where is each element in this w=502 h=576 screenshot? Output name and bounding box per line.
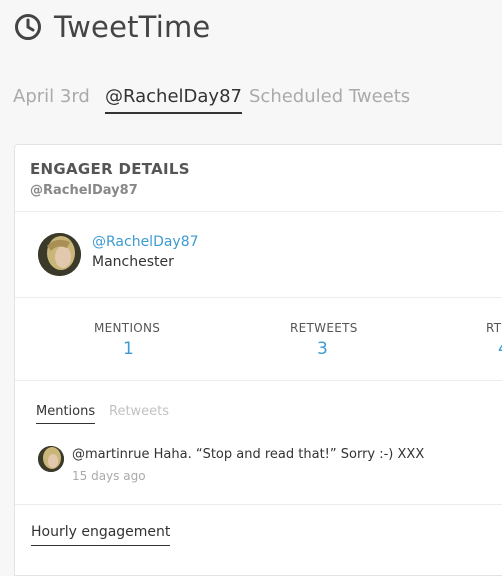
stat-mentions-value: 1 <box>123 339 134 359</box>
card-title: ENGAGER DETAILS <box>30 160 190 178</box>
card-header: ENGAGER DETAILS @RachelDay87 <box>30 159 190 199</box>
subtab-retweets[interactable]: Retweets <box>109 403 169 421</box>
tweet-timestamp: 15 days ago <box>72 469 146 483</box>
clock-icon <box>14 13 42 41</box>
profile-location: Manchester <box>92 254 174 270</box>
divider <box>15 380 502 381</box>
divider <box>15 211 502 212</box>
subtab-mentions[interactable]: Mentions <box>36 403 96 424</box>
tab-april-3rd[interactable]: April 3rd <box>13 84 90 110</box>
divider <box>15 297 502 298</box>
divider <box>15 504 502 505</box>
card-subtitle: @RachelDay87 <box>30 183 138 198</box>
app-header: TweetTime <box>14 10 210 44</box>
tab-scheduled-tweets[interactable]: Scheduled Tweets <box>249 84 410 110</box>
stat-mentions-label: MENTIONS <box>94 321 161 335</box>
tweet-text: @martinrue Haha. “Stop and read that!” S… <box>72 447 425 462</box>
stat-rt-value: 4 <box>498 339 502 359</box>
engager-details-card: ENGAGER DETAILS @RachelDay87 @RachelDay8… <box>14 144 502 576</box>
tweet-avatar <box>38 446 64 472</box>
app-title: TweetTime <box>54 10 211 44</box>
profile-handle-link[interactable]: @RachelDay87 <box>92 233 199 251</box>
stat-rt-label: RT <box>486 321 502 335</box>
stat-retweets-label: RETWEETS <box>290 321 358 335</box>
avatar <box>38 233 81 276</box>
stat-retweets-value: 3 <box>317 339 328 359</box>
tab-rachelday87[interactable]: @RachelDay87 <box>105 84 242 114</box>
hourly-engagement-title: Hourly engagement <box>31 523 171 546</box>
